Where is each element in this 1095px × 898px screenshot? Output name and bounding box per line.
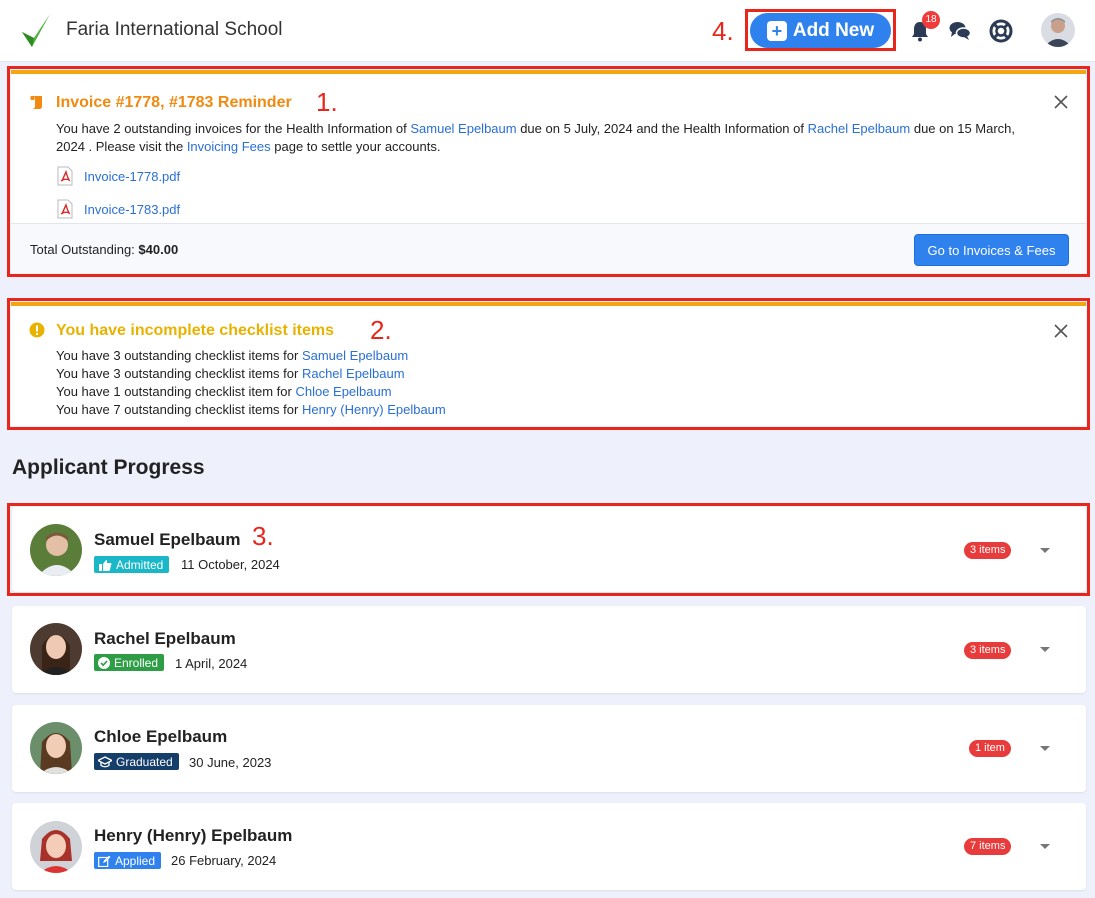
- applicant-progress-heading: Applicant Progress: [12, 456, 205, 479]
- invoice-alert-message: You have 2 outstanding invoices for the …: [56, 121, 1016, 154]
- status-date: 30 June, 2023: [189, 755, 272, 770]
- items-count-badge: 1 item: [969, 740, 1011, 757]
- items-count-badge: 7 items: [964, 838, 1012, 855]
- close-icon[interactable]: [1053, 94, 1069, 110]
- status-badge: Graduated: [94, 753, 179, 770]
- chevron-down-icon[interactable]: [1039, 547, 1051, 555]
- invoice-file-link[interactable]: Invoice-1783.pdf: [84, 202, 180, 217]
- notification-count-badge: 18: [922, 11, 940, 29]
- invoice-file-link[interactable]: Invoice-1778.pdf: [84, 169, 180, 184]
- status-date: 26 February, 2024: [171, 853, 277, 868]
- status-badge: Applied: [94, 852, 162, 869]
- invoice-alert-title: Invoice #1778, #1783 Reminder: [56, 94, 292, 111]
- link-samuel-epelbaum[interactable]: Samuel Epelbaum: [410, 121, 516, 136]
- school-logo[interactable]: [20, 12, 52, 50]
- status-badge: Enrolled: [94, 654, 165, 671]
- link-henry-epelbaum[interactable]: Henry (Henry) Epelbaum: [302, 402, 446, 417]
- applicant-avatar: [30, 821, 82, 873]
- annotation-2: 2.: [370, 315, 392, 345]
- pdf-file-icon: [57, 199, 73, 219]
- annotation-4: 4.: [712, 16, 734, 46]
- link-rachel-epelbaum[interactable]: Rachel Epelbaum: [302, 366, 405, 381]
- total-outstanding: Total Outstanding: $40.00: [30, 242, 179, 257]
- annotation-3: 3.: [252, 521, 274, 551]
- scroll-icon: [30, 96, 42, 109]
- invoice-card-footer: Total Outstanding: $40.00 Go to Invoices…: [11, 223, 1086, 273]
- applicant-card-rachel[interactable]: Rachel Epelbaum Enrolled 1 April, 2024 3…: [12, 606, 1086, 693]
- link-rachel-epelbaum[interactable]: Rachel Epelbaum: [808, 121, 911, 136]
- link-samuel-epelbaum[interactable]: Samuel Epelbaum: [302, 348, 408, 363]
- close-icon[interactable]: [1053, 323, 1069, 339]
- user-avatar[interactable]: [1041, 13, 1075, 47]
- check-circle-icon: [98, 656, 110, 669]
- applicant-avatar: [30, 623, 82, 675]
- applicant-card-henry[interactable]: Henry (Henry) Epelbaum Applied 26 Februa…: [12, 803, 1086, 890]
- annotation-1: 1.: [316, 87, 338, 117]
- link-invoicing-fees[interactable]: Invoicing Fees: [187, 139, 271, 154]
- applicant-name[interactable]: Rachel Epelbaum: [94, 629, 236, 649]
- chevron-down-icon[interactable]: [1039, 745, 1051, 753]
- pdf-file-icon: [57, 166, 73, 186]
- go-to-invoices-button[interactable]: Go to Invoices & Fees: [914, 234, 1069, 266]
- status-badge: Admitted: [94, 556, 170, 573]
- warning-icon: [29, 322, 45, 338]
- checklist-line: You have 3 outstanding checklist items f…: [56, 348, 409, 363]
- attachment-row: Invoice-1783.pdf: [56, 199, 180, 219]
- thumbs-up-icon: [99, 559, 112, 571]
- applicant-name[interactable]: Henry (Henry) Epelbaum: [94, 826, 292, 846]
- applicant-avatar: [30, 524, 82, 576]
- graduation-cap-icon: [98, 755, 112, 767]
- link-chloe-epelbaum[interactable]: Chloe Epelbaum: [295, 384, 391, 399]
- plus-icon: +: [766, 20, 787, 41]
- checklist-line: You have 1 outstanding checklist item fo…: [56, 384, 392, 399]
- chevron-down-icon[interactable]: [1039, 646, 1051, 654]
- attachment-row: Invoice-1778.pdf: [56, 166, 180, 186]
- items-count-badge: 3 items: [964, 642, 1012, 659]
- edit-icon: [98, 855, 111, 867]
- invoice-reminder-card: Invoice #1778, #1783 Reminder 1. You hav…: [11, 70, 1086, 273]
- applicant-avatar: [30, 722, 82, 774]
- applicant-name[interactable]: Samuel Epelbaum: [94, 530, 240, 550]
- applicant-card-samuel[interactable]: Samuel Epelbaum Admitted 11 October, 202…: [12, 507, 1086, 592]
- checklist-alert-card: You have incomplete checklist items 2. Y…: [11, 302, 1086, 426]
- checklist-line: You have 7 outstanding checklist items f…: [56, 402, 446, 417]
- chevron-down-icon[interactable]: [1039, 843, 1051, 851]
- applicant-name[interactable]: Chloe Epelbaum: [94, 727, 227, 747]
- status-date: 1 April, 2024: [175, 656, 248, 671]
- applicant-card-chloe[interactable]: Chloe Epelbaum Graduated 30 June, 2023 1…: [12, 705, 1086, 792]
- top-bar: Faria International School 4. + Add New …: [0, 0, 1095, 62]
- items-count-badge: 3 items: [964, 542, 1012, 559]
- help-lifebuoy-icon[interactable]: [989, 19, 1013, 43]
- add-new-label: Add New: [792, 19, 875, 41]
- school-name[interactable]: Faria International School: [66, 19, 283, 41]
- checklist-line: You have 3 outstanding checklist items f…: [56, 366, 405, 381]
- chat-bubbles-icon[interactable]: [948, 19, 972, 43]
- checklist-alert-title: You have incomplete checklist items: [56, 322, 335, 339]
- checklist-lines: You have 3 outstanding checklist items f…: [56, 347, 446, 419]
- status-date: 11 October, 2024: [181, 557, 280, 572]
- add-new-button[interactable]: + Add New: [750, 13, 891, 48]
